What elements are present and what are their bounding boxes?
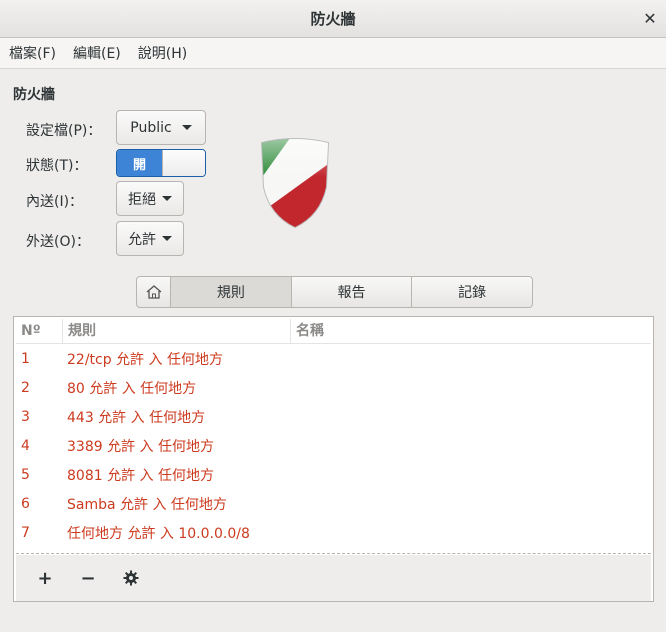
row-number: 6 [21, 495, 30, 512]
minus-icon: − [80, 567, 96, 589]
status-switch-on-label: 開 [117, 150, 162, 176]
status-switch-knob[interactable] [162, 150, 205, 176]
table-row[interactable]: 6 Samba 允許 入 任何地方 [16, 489, 651, 518]
row-rule: 80 允許 入 任何地方 [67, 380, 197, 397]
close-icon[interactable]: ✕ [640, 8, 660, 28]
menu-file[interactable]: 檔案(F) [0, 43, 64, 63]
profile-dropdown[interactable]: Public [116, 110, 206, 145]
rules-toolbar: + − [16, 555, 651, 601]
firewall-shield-logo [260, 138, 330, 229]
outgoing-label: 外送(O)： [26, 234, 90, 250]
row-rule: 22/tcp 允許 入 任何地方 [67, 351, 223, 368]
tab-rules[interactable]: 規則 [171, 277, 292, 307]
row-number: 5 [21, 466, 30, 483]
incoming-dropdown[interactable]: 拒絕 [116, 181, 184, 216]
tab-report[interactable]: 報告 [292, 277, 413, 307]
column-header-number[interactable]: Nº [16, 323, 62, 339]
table-row[interactable]: 1 22/tcp 允許 入 任何地方 [16, 344, 651, 373]
status-switch[interactable]: 開 [116, 149, 206, 177]
column-header-rule[interactable]: 規則 [62, 319, 290, 343]
incoming-value: 拒絕 [128, 191, 156, 208]
plus-icon: + [37, 567, 53, 589]
rules-table: Nº 規則 名稱 1 22/tcp 允許 入 任何地方 2 80 允許 入 任何… [16, 319, 651, 555]
table-row[interactable]: 2 80 允許 入 任何地方 [16, 373, 651, 402]
row-number: 1 [21, 350, 30, 367]
row-number: 2 [21, 379, 30, 396]
home-icon [146, 285, 161, 299]
menu-edit[interactable]: 編輯(E) [64, 43, 129, 63]
row-number: 7 [21, 524, 30, 541]
table-row[interactable]: 4 3389 允許 入 任何地方 [16, 431, 651, 460]
chevron-down-icon [162, 236, 172, 241]
profile-value: Public [130, 119, 172, 136]
title-bar: 防火牆 ✕ [0, 0, 666, 38]
section-title: 防火牆 [13, 87, 55, 103]
row-rule: 3389 允許 入 任何地方 [67, 438, 214, 455]
window-title: 防火牆 [310, 10, 356, 28]
chevron-down-icon [181, 125, 192, 130]
table-row[interactable]: 3 443 允許 入 任何地方 [16, 402, 651, 431]
status-label: 狀態(T)： [26, 158, 88, 174]
row-number: 3 [21, 408, 30, 425]
menu-bar: 檔案(F) 編輯(E) 說明(H) [0, 38, 666, 69]
row-rule: 8081 允許 入 任何地方 [67, 467, 214, 484]
outgoing-value: 允許 [128, 231, 156, 248]
menu-help[interactable]: 說明(H) [129, 43, 195, 63]
row-number: 4 [21, 437, 30, 454]
chevron-down-icon [162, 196, 172, 201]
gear-icon [123, 570, 139, 586]
row-rule: 任何地方 允許 入 10.0.0.0/8 [67, 525, 250, 542]
view-tabs: 規則 報告 記錄 [136, 276, 533, 308]
row-rule: Samba 允許 入 任何地方 [67, 496, 227, 513]
rule-settings-button[interactable] [116, 564, 146, 592]
scroll-edge-indicator [16, 553, 651, 554]
add-rule-button[interactable]: + [30, 564, 60, 592]
outgoing-dropdown[interactable]: 允許 [116, 221, 184, 256]
column-header-name[interactable]: 名稱 [290, 319, 651, 343]
row-rule: 443 允許 入 任何地方 [67, 409, 206, 426]
rules-list-frame: Nº 規則 名稱 1 22/tcp 允許 入 任何地方 2 80 允許 入 任何… [13, 316, 654, 602]
tab-log[interactable]: 記錄 [412, 277, 532, 307]
incoming-label: 內送(I)： [26, 194, 84, 210]
profile-label: 設定檔(P)： [26, 123, 102, 139]
table-header: Nº 規則 名稱 [16, 319, 651, 344]
remove-rule-button[interactable]: − [73, 564, 103, 592]
home-tab[interactable] [137, 277, 171, 307]
table-row[interactable]: 5 8081 允許 入 任何地方 [16, 460, 651, 489]
table-row[interactable]: 7 任何地方 允許 入 10.0.0.0/8 [16, 518, 651, 547]
